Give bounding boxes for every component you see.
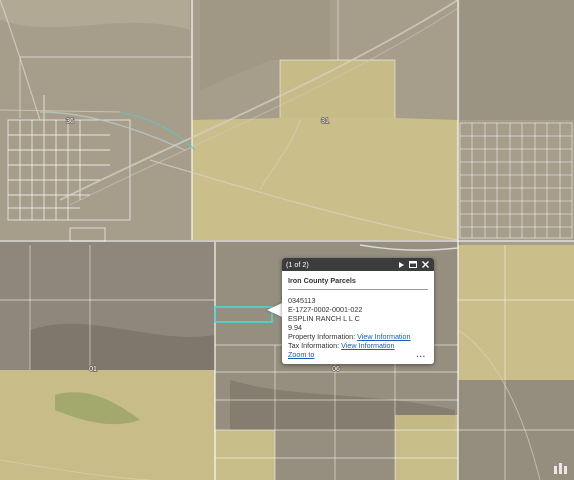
property-info-link[interactable]: View Information bbox=[357, 332, 410, 341]
popup-body: Iron County Parcels 0345113 E-1727-0002-… bbox=[282, 271, 434, 350]
parcel-code: E-1727-0002-0001-022 bbox=[288, 305, 363, 314]
popup-feature-count: (1 of 2) bbox=[286, 260, 309, 269]
section-label-36: 36 bbox=[66, 118, 74, 125]
tax-info-row: Tax Information: View Information bbox=[288, 341, 428, 350]
property-info-label: Property Information: bbox=[288, 332, 356, 341]
more-actions-button[interactable]: ... bbox=[416, 350, 426, 359]
section-label-06: 06 bbox=[332, 366, 340, 373]
brand-logo-icon bbox=[554, 463, 567, 474]
parcel-id: 0345113 bbox=[288, 296, 316, 305]
close-icon[interactable] bbox=[420, 260, 430, 270]
dock-icon[interactable] bbox=[408, 260, 418, 270]
parcel-popup: (1 of 2) Iron County Parcels 0345113 E-1… bbox=[282, 258, 434, 364]
popup-footer: Zoom to ... bbox=[288, 350, 426, 359]
tax-info-label: Tax Information: bbox=[288, 341, 340, 350]
popup-layer-title: Iron County Parcels bbox=[288, 276, 428, 290]
tax-info-link[interactable]: View Information bbox=[341, 341, 394, 350]
popup-pointer bbox=[267, 303, 282, 317]
parcel-acres: 9.94 bbox=[288, 323, 302, 332]
map-view[interactable]: 36 31 01 06 bbox=[0, 0, 574, 480]
section-label-01: 01 bbox=[89, 366, 97, 373]
property-info-row: Property Information: View Information bbox=[288, 332, 428, 341]
section-label-31: 31 bbox=[321, 118, 329, 125]
next-feature-icon[interactable] bbox=[396, 260, 406, 270]
popup-header: (1 of 2) bbox=[282, 258, 434, 271]
zoom-to-link[interactable]: Zoom to bbox=[288, 350, 314, 359]
parcel-owner: ESPLIN RANCH L L C bbox=[288, 314, 360, 323]
